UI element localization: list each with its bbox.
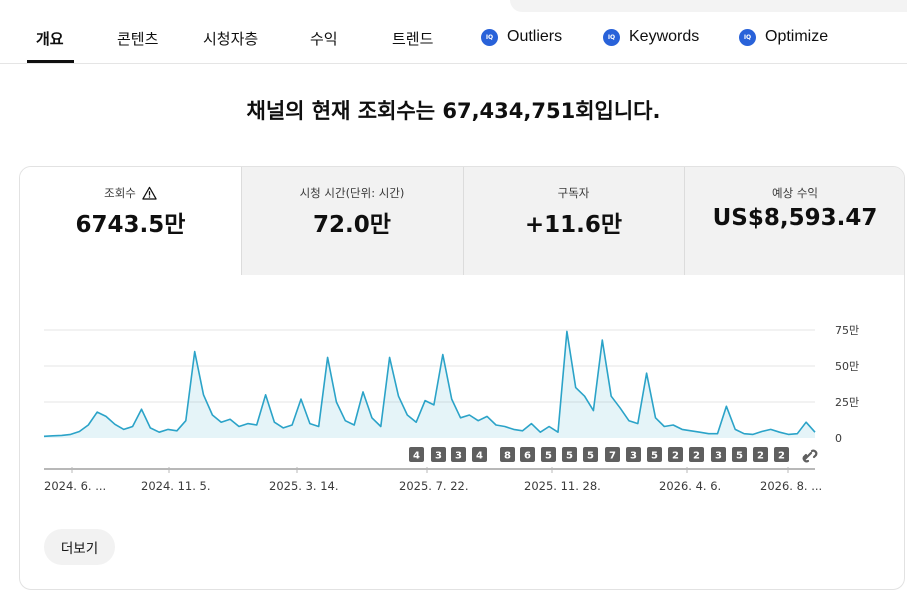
y-tick-label: 25만 (835, 396, 859, 409)
x-tick-label: 2024. 11. 5. (141, 479, 211, 493)
annotation-marker-label: 4 (476, 451, 483, 462)
annotation-marker-label: 3 (715, 451, 722, 462)
annotation-marker-label: 3 (455, 451, 462, 462)
annotation-marker-label: 8 (504, 451, 511, 462)
annotation-marker-label: 7 (609, 451, 616, 462)
x-tick-label: 2024. 6. ... (44, 479, 106, 493)
annotation-marker-label: 5 (566, 451, 573, 462)
views-chart[interactable]: 75만 50만 25만 0 4 3 3 4 8 6 5 5 5 7 3 5 2 2 3 5 2 2 2024. 6. ...… (0, 0, 907, 595)
y-tick-label: 75만 (835, 324, 859, 337)
x-tick-label: 2025. 3. 14. (269, 479, 339, 493)
annotation-marker-label: 2 (757, 451, 764, 462)
y-tick-label: 50만 (835, 360, 859, 373)
annotation-marker-label: 5 (587, 451, 594, 462)
annotation-marker-label: 6 (524, 451, 531, 462)
series-area (44, 331, 815, 438)
x-tick-label: 2026. 4. 6. (659, 479, 721, 493)
show-more-button[interactable]: 더보기 (44, 529, 115, 565)
annotation-marker-label: 2 (693, 451, 700, 462)
x-tick-label: 2025. 7. 22. (399, 479, 469, 493)
annotation-marker-label: 2 (778, 451, 785, 462)
annotation-marker-label: 5 (651, 451, 658, 462)
x-tick-label: 2025. 11. 28. (524, 479, 601, 493)
y-tick-label: 0 (835, 432, 842, 445)
annotation-marker-label: 5 (736, 451, 743, 462)
annotation-marker-label: 5 (545, 451, 552, 462)
annotation-marker-label: 3 (435, 451, 442, 462)
x-tick-label: 2026. 8. ... (760, 479, 822, 493)
annotation-marker-label: 2 (672, 451, 679, 462)
annotation-marker-label: 4 (413, 451, 420, 462)
link-icon[interactable] (802, 449, 818, 463)
annotation-marker-label: 3 (630, 451, 637, 462)
